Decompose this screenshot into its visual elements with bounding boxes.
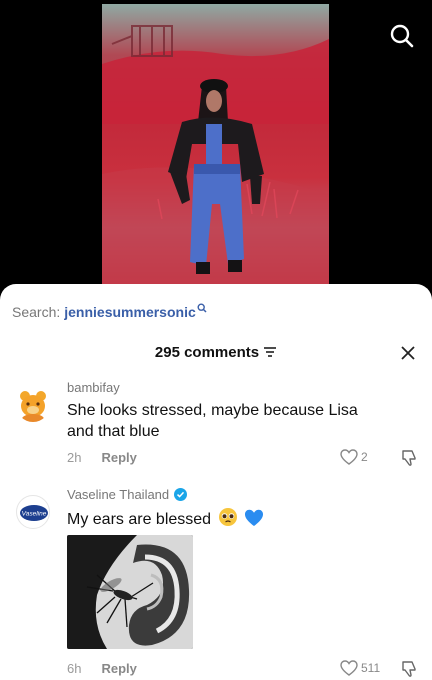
comment-image[interactable] — [67, 535, 193, 649]
vaseline-avatar-icon[interactable]: Vaseline — [16, 495, 50, 529]
comment-text: She looks stressed, maybe because Lisa a… — [67, 402, 358, 440]
svg-text:Vaseline: Vaseline — [22, 511, 47, 518]
blue-heart-emoji-icon — [244, 509, 264, 533]
dislike-icon[interactable] — [400, 449, 418, 467]
comment-text: My ears are blessed — [67, 507, 367, 533]
comment-username[interactable]: Vaseline Thailand — [67, 487, 188, 502]
comment-time: 2h — [67, 450, 82, 465]
pleading-face-emoji-icon — [218, 507, 238, 533]
reply-button[interactable]: Reply — [101, 450, 136, 465]
heart-icon — [340, 660, 358, 676]
comments-sheet: Search: jenniesummersonic 295 comments b… — [0, 284, 432, 680]
comment-username[interactable]: bambifay — [67, 380, 120, 395]
search-small-icon — [197, 300, 207, 316]
video-player[interactable] — [102, 4, 329, 284]
search-suggestion[interactable]: Search: jenniesummersonic — [12, 303, 207, 320]
like-count: 511 — [361, 661, 381, 675]
like-button[interactable]: 2 — [340, 449, 368, 465]
dislike-icon[interactable] — [400, 660, 418, 678]
orange-bear-avatar-icon[interactable] — [16, 388, 50, 422]
search-prefix: Search: — [12, 304, 61, 320]
search-icon[interactable] — [386, 20, 418, 52]
sort-icon[interactable] — [263, 346, 277, 358]
comment-meta: 6h Reply — [67, 661, 137, 676]
comment-meta: 2h Reply — [67, 450, 137, 465]
comment-item: bambifay She looks stressed, maybe becau… — [0, 380, 432, 470]
reply-button[interactable]: Reply — [101, 661, 136, 676]
like-count: 2 — [361, 450, 368, 464]
comments-header: 295 comments — [0, 342, 432, 362]
video-frame-art — [102, 25, 329, 284]
heart-icon — [340, 449, 358, 465]
comments-count: 295 comments — [154, 343, 260, 361]
like-button[interactable]: 511 — [340, 660, 380, 676]
search-keyword-link[interactable]: jenniesummersonic — [64, 304, 196, 320]
comment-item: Vaseline Vaseline Thailand My ears are b… — [0, 487, 432, 680]
comment-time: 6h — [67, 661, 82, 676]
video-area — [0, 0, 432, 300]
close-icon[interactable] — [398, 343, 418, 363]
verified-badge-icon — [174, 488, 188, 501]
